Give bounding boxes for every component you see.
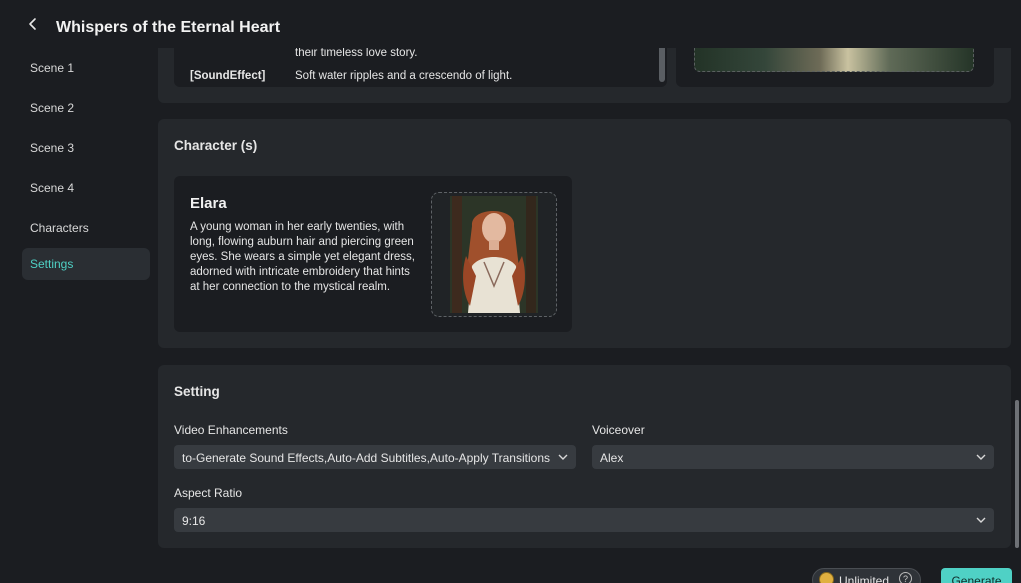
script-line-text: their timeless love story. [295,47,418,59]
plan-badge[interactable]: Unlimited ? [812,568,921,583]
character-portrait [450,196,538,313]
video-enhancements-value: to-Generate Sound Effects,Auto-Add Subti… [182,451,550,465]
voiceover-label: Voiceover [592,423,645,437]
help-icon[interactable]: ? [899,572,912,583]
sidebar-item-scene-3[interactable]: Scene 3 [22,132,150,164]
voiceover-value: Alex [600,451,624,465]
sidebar-item-settings[interactable]: Settings [22,248,150,280]
characters-section-title: Character (s) [174,138,258,153]
video-enhancements-select[interactable]: to-Generate Sound Effects,Auto-Add Subti… [174,445,576,469]
generate-button[interactable]: Generate [941,568,1012,583]
aspect-ratio-select[interactable]: 9:16 [174,508,994,532]
video-enhancements-label: Video Enhancements [174,423,288,437]
aspect-ratio-label: Aspect Ratio [174,486,243,500]
sidebar-item-scene-2[interactable]: Scene 2 [22,92,150,124]
chevron-down-icon [976,454,986,460]
character-image-frame[interactable] [431,192,557,317]
sidebar-item-scene-4[interactable]: Scene 4 [22,172,150,204]
plan-label: Unlimited [839,574,890,583]
page-title: Whispers of the Eternal Heart [56,19,281,36]
voiceover-select[interactable]: Alex [592,445,994,469]
script-line-text: Soft water ripples and a crescendo of li… [295,70,513,82]
page-scrollbar-thumb[interactable] [1015,400,1019,548]
character-card[interactable]: Elara A young woman in her early twentie… [174,176,572,332]
character-description: A young woman in her early twenties, wit… [190,221,416,293]
script-line-tag: [SoundEffect] [190,70,266,82]
settings-panel: Setting Video Enhancements to-Generate S… [158,365,1011,548]
sidebar-item-characters[interactable]: Characters [22,212,150,244]
back-arrow-icon[interactable] [26,17,40,31]
aspect-ratio-value: 9:16 [182,514,206,528]
character-name: Elara [190,195,227,212]
characters-panel: Character (s) Elara A young woman in her… [158,119,1011,348]
chevron-down-icon [976,517,986,523]
setting-section-title: Setting [174,384,220,399]
coin-icon [819,572,834,583]
chevron-down-icon [558,454,568,460]
sidebar-nav: Scene 1 Scene 2 Scene 3 Scene 4 Characte… [0,48,158,583]
top-bar: Whispers of the Eternal Heart [0,0,1021,48]
sidebar-item-scene-1[interactable]: Scene 1 [22,52,150,84]
